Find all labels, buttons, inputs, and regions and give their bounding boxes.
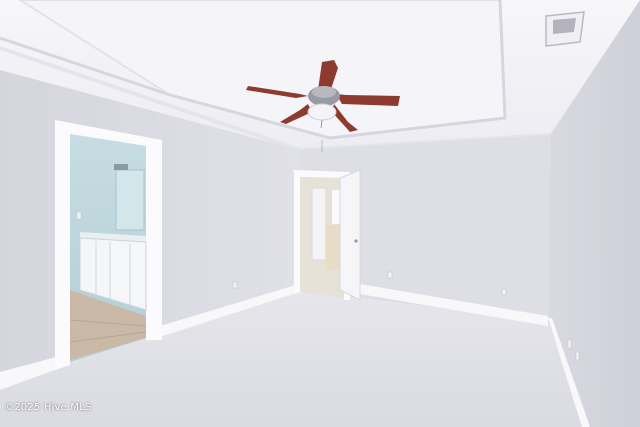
door-knob [354, 239, 358, 243]
vanity-light [114, 164, 128, 170]
bathroom-mirror [115, 169, 145, 231]
open-door [339, 169, 361, 301]
outlet [501, 288, 507, 296]
outlet [232, 281, 238, 289]
outlet [575, 351, 580, 361]
outlet [567, 339, 572, 349]
light-switch [76, 211, 82, 220]
fan-light [307, 103, 337, 121]
outlet [387, 271, 393, 279]
room-photo [0, 0, 640, 427]
watermark-text: ©2025 Hive MLS [4, 402, 92, 413]
hall-inner-door [311, 187, 327, 261]
